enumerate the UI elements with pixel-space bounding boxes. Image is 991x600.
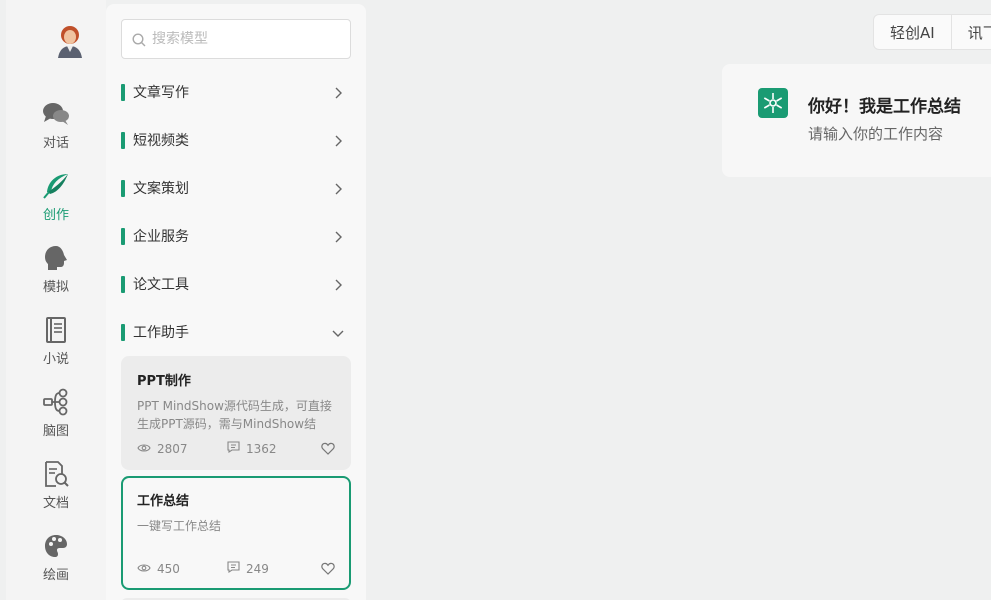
comment-icon bbox=[227, 561, 240, 576]
model-card-work-summary[interactable]: 工作总结 一键写工作总结 450 249 bbox=[121, 476, 351, 590]
nav-document[interactable]: 文档 bbox=[6, 460, 106, 520]
chevron-right-icon bbox=[331, 181, 345, 195]
greeting-subtitle: 请输入你的工作内容 bbox=[808, 125, 944, 143]
category-paper-tools[interactable]: 论文工具 bbox=[121, 272, 351, 296]
nav-document-label: 文档 bbox=[42, 496, 69, 511]
search-icon bbox=[132, 32, 146, 47]
user-avatar[interactable] bbox=[54, 24, 86, 58]
eye-icon bbox=[137, 442, 151, 456]
category-enterprise[interactable]: 企业服务 bbox=[121, 224, 351, 248]
comments-count: 249 bbox=[246, 561, 269, 576]
category-label: 论文工具 bbox=[133, 277, 189, 293]
category-marker bbox=[121, 275, 125, 293]
nav-novel-label: 小说 bbox=[42, 352, 69, 367]
card-description: PPT MindShow源代码生成，可直接生成PPT源码，需与MindShow结 bbox=[137, 399, 332, 431]
toolbar-button-xunfei[interactable]: 讯飞 bbox=[952, 15, 991, 49]
nav-simulate[interactable]: 模拟 bbox=[6, 244, 106, 304]
nav-create-label: 创作 bbox=[42, 208, 69, 223]
category-label: 企业服务 bbox=[133, 229, 189, 245]
chat-bubbles-icon bbox=[42, 100, 70, 128]
chevron-right-icon bbox=[331, 277, 345, 291]
category-label: 短视频类 bbox=[133, 133, 189, 149]
top-toolbar: 轻创AI 讯飞 bbox=[873, 14, 991, 50]
model-card-ppt[interactable]: PPT制作 PPT MindShow源代码生成，可直接生成PPT源码，需与Min… bbox=[121, 356, 351, 470]
category-label: 工作助手 bbox=[133, 325, 189, 341]
chevron-right-icon bbox=[331, 85, 345, 99]
palette-icon bbox=[42, 532, 70, 560]
feather-quill-icon bbox=[42, 172, 70, 200]
category-marker bbox=[121, 227, 125, 245]
category-panel: 文章写作 短视频类 文案策划 企业服务 论文工具 工作助手 PPT制作 PPT … bbox=[106, 4, 366, 600]
card-stats: 2807 1362 bbox=[137, 441, 335, 456]
heart-icon[interactable] bbox=[321, 562, 335, 576]
heart-icon[interactable] bbox=[321, 442, 335, 456]
nav-paint-label: 绘画 bbox=[42, 568, 69, 583]
nav-simulate-label: 模拟 bbox=[42, 280, 69, 295]
views-stat: 450 bbox=[137, 562, 227, 576]
category-short-video[interactable]: 短视频类 bbox=[121, 128, 351, 152]
category-label: 文章写作 bbox=[133, 85, 189, 101]
nav-chat[interactable]: 对话 bbox=[6, 100, 106, 160]
comments-stat: 1362 bbox=[227, 441, 321, 456]
asterisk-logo-icon bbox=[758, 88, 788, 118]
card-description: 一键写工作总结 bbox=[137, 519, 222, 533]
category-work-assistant[interactable]: 工作助手 bbox=[121, 320, 351, 344]
greeting-title: 你好！我是工作总结 bbox=[808, 97, 961, 117]
search-input[interactable] bbox=[152, 31, 342, 47]
nav-paint[interactable]: 绘画 bbox=[6, 532, 106, 592]
toolbar-button-qingchuang[interactable]: 轻创AI bbox=[874, 15, 952, 49]
comment-icon bbox=[227, 441, 240, 456]
views-count: 2807 bbox=[157, 441, 188, 456]
greeting-message: 你好！我是工作总结 请输入你的工作内容 bbox=[722, 64, 991, 177]
chevron-down-icon bbox=[331, 325, 345, 339]
nav-novel[interactable]: 小说 bbox=[6, 316, 106, 376]
mindmap-icon bbox=[42, 388, 70, 416]
eye-icon bbox=[137, 562, 151, 576]
card-stats: 450 249 bbox=[137, 561, 335, 576]
left-nav-rail: 对话 创作 模拟 小说 脑图 文档 绘画 bbox=[6, 0, 106, 600]
search-box[interactable] bbox=[121, 19, 351, 59]
comments-stat: 249 bbox=[227, 561, 321, 576]
category-copywriting[interactable]: 文案策划 bbox=[121, 176, 351, 200]
views-stat: 2807 bbox=[137, 442, 227, 456]
nav-chat-label: 对话 bbox=[42, 136, 69, 151]
chevron-right-icon bbox=[331, 133, 345, 147]
chevron-right-icon bbox=[331, 229, 345, 243]
category-marker bbox=[121, 131, 125, 149]
card-title: 工作总结 bbox=[137, 494, 190, 509]
head-profile-icon bbox=[42, 244, 70, 272]
nav-mindmap[interactable]: 脑图 bbox=[6, 388, 106, 448]
category-marker bbox=[121, 179, 125, 197]
book-icon bbox=[42, 316, 70, 344]
card-title: PPT制作 bbox=[137, 374, 191, 389]
category-marker bbox=[121, 323, 125, 341]
comments-count: 1362 bbox=[246, 441, 277, 456]
category-label: 文案策划 bbox=[133, 181, 189, 197]
nav-mindmap-label: 脑图 bbox=[42, 424, 69, 439]
category-marker bbox=[121, 83, 125, 101]
nav-create[interactable]: 创作 bbox=[6, 172, 106, 232]
views-count: 450 bbox=[157, 561, 180, 576]
category-article-writing[interactable]: 文章写作 bbox=[121, 80, 351, 104]
document-search-icon bbox=[42, 460, 70, 488]
